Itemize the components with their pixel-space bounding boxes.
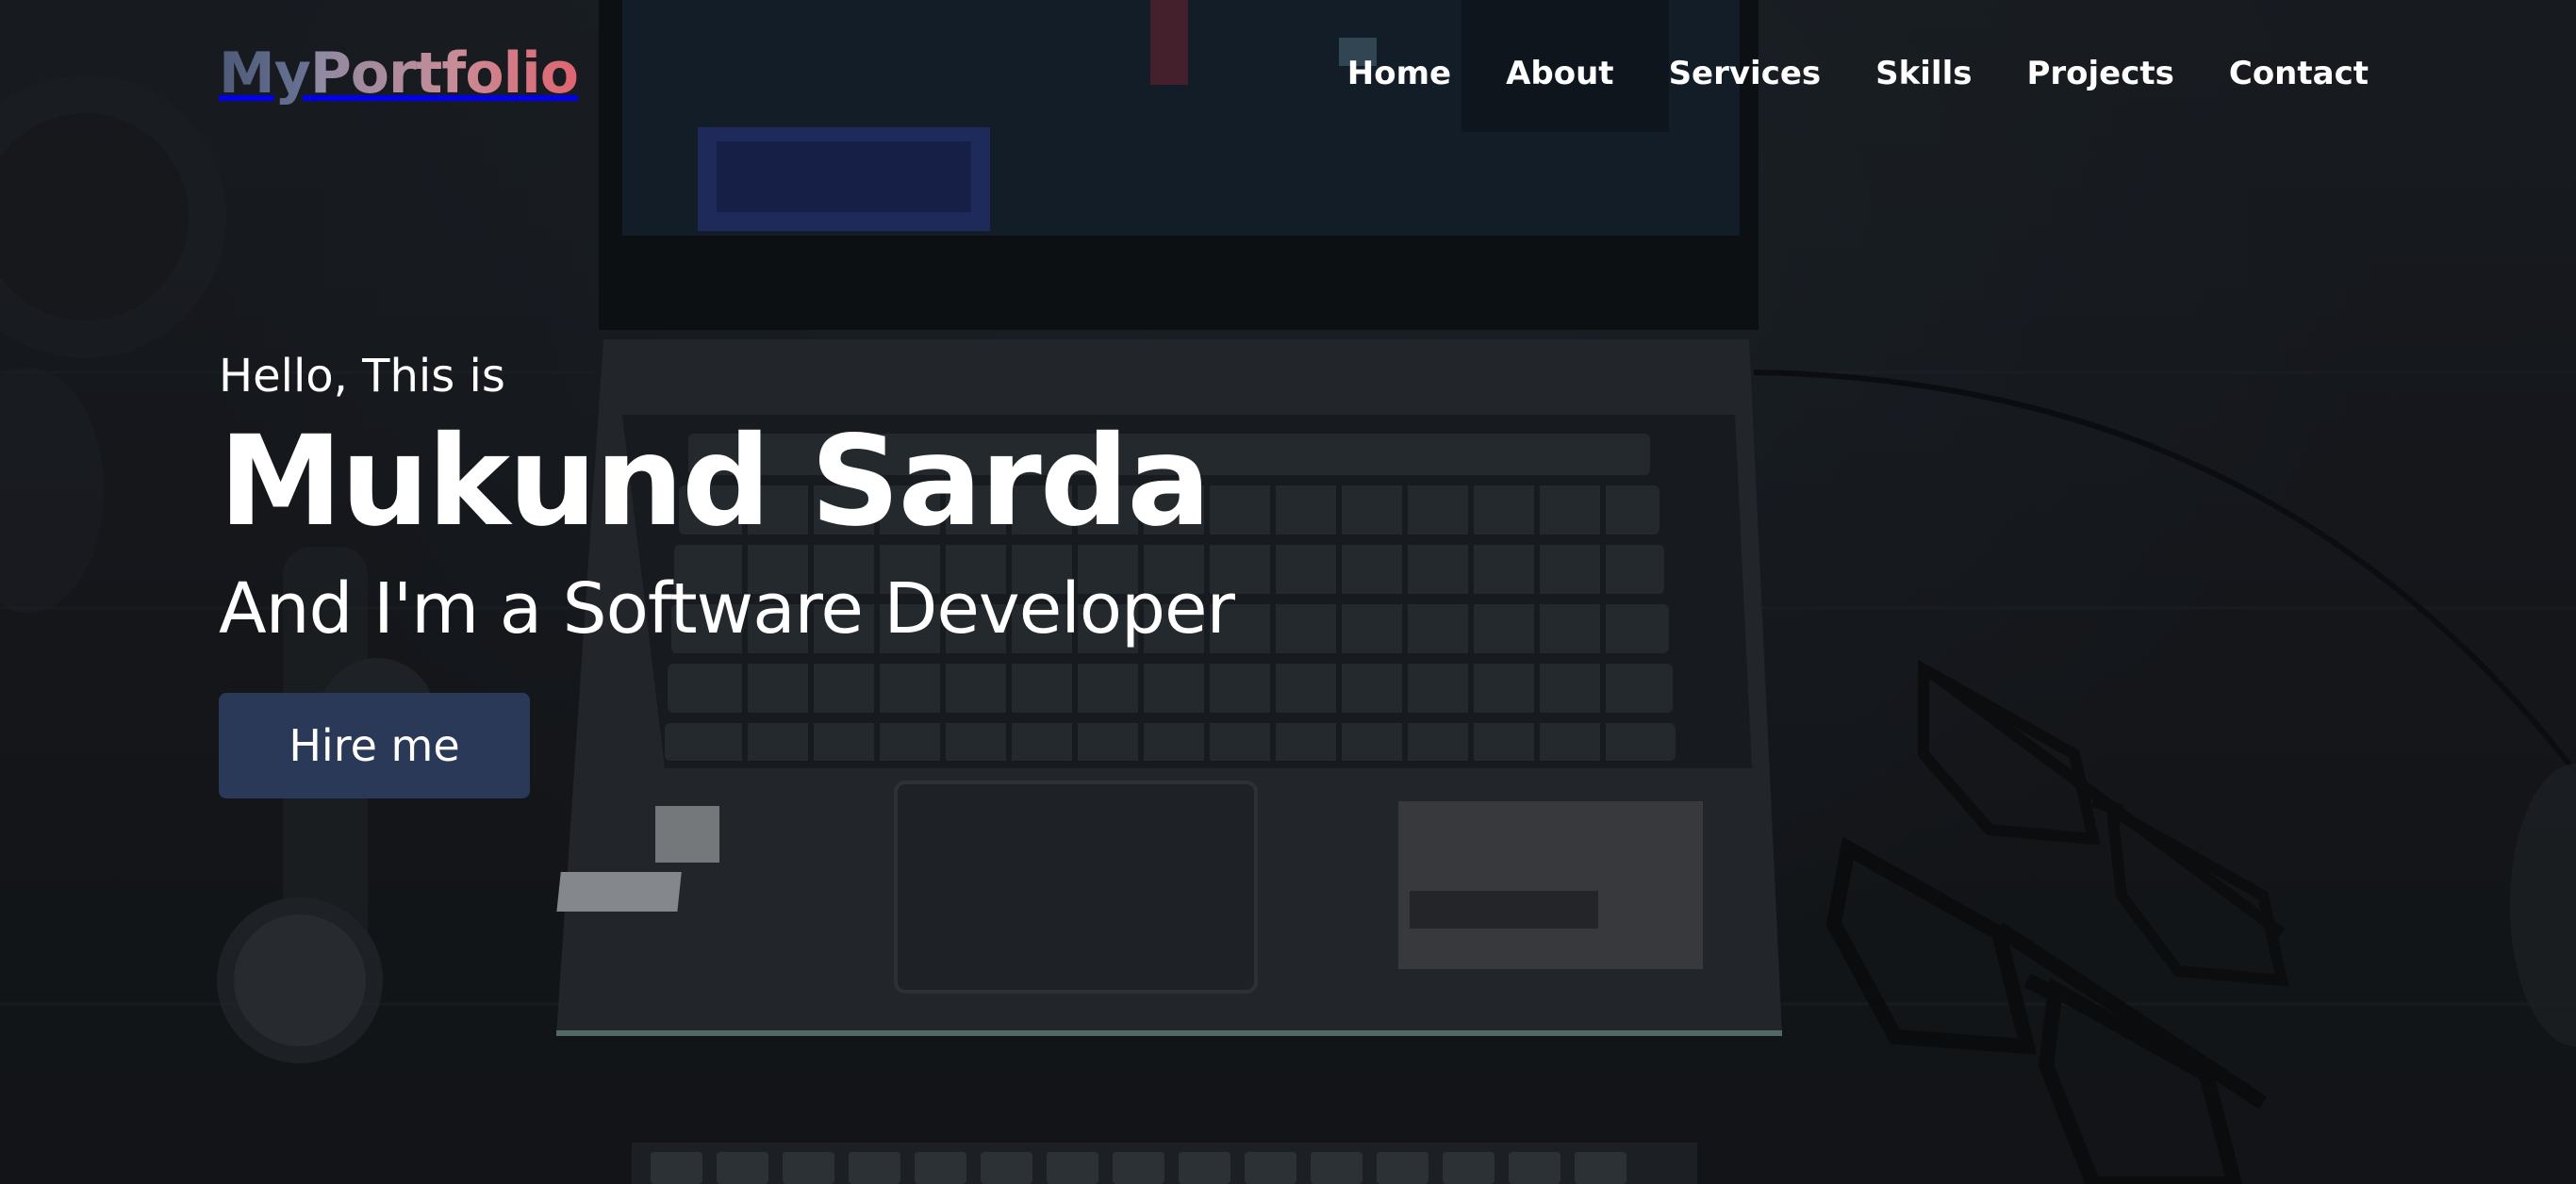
nav-link-about[interactable]: About <box>1506 55 1613 92</box>
nav-link-skills[interactable]: Skills <box>1875 55 1972 92</box>
navbar: MyPortfolio Home About Services Skills P… <box>219 36 2369 111</box>
logo-text-portfolio: Portfolio <box>309 41 579 107</box>
logo-text-my: My <box>219 41 311 107</box>
nav-link-projects[interactable]: Projects <box>2026 55 2173 92</box>
nav-item-contact: Contact <box>2229 55 2369 92</box>
nav-item-about: About <box>1506 55 1613 92</box>
nav-link-contact[interactable]: Contact <box>2229 55 2369 92</box>
hero-section: MyPortfolio Home About Services Skills P… <box>0 0 2576 1184</box>
nav-link-home[interactable]: Home <box>1347 55 1451 92</box>
hero-greeting: Hello, This is <box>219 350 505 403</box>
nav-link-services[interactable]: Services <box>1669 55 1822 92</box>
nav-item-skills: Skills <box>1875 55 1972 92</box>
logo[interactable]: MyPortfolio <box>219 45 579 102</box>
hero-content: Hello, This is Mukund Sarda And I'm a So… <box>219 354 1539 798</box>
nav-menu: Home About Services Skills Projects Cont… <box>1347 55 2369 92</box>
hero-role: And I'm a Software Developer <box>219 568 1235 650</box>
nav-item-home: Home <box>1347 55 1451 92</box>
nav-item-projects: Projects <box>2026 55 2173 92</box>
nav-item-services: Services <box>1669 55 1822 92</box>
hire-me-button[interactable]: Hire me <box>219 693 530 798</box>
hero-name: Mukund Sarda <box>219 409 1211 554</box>
